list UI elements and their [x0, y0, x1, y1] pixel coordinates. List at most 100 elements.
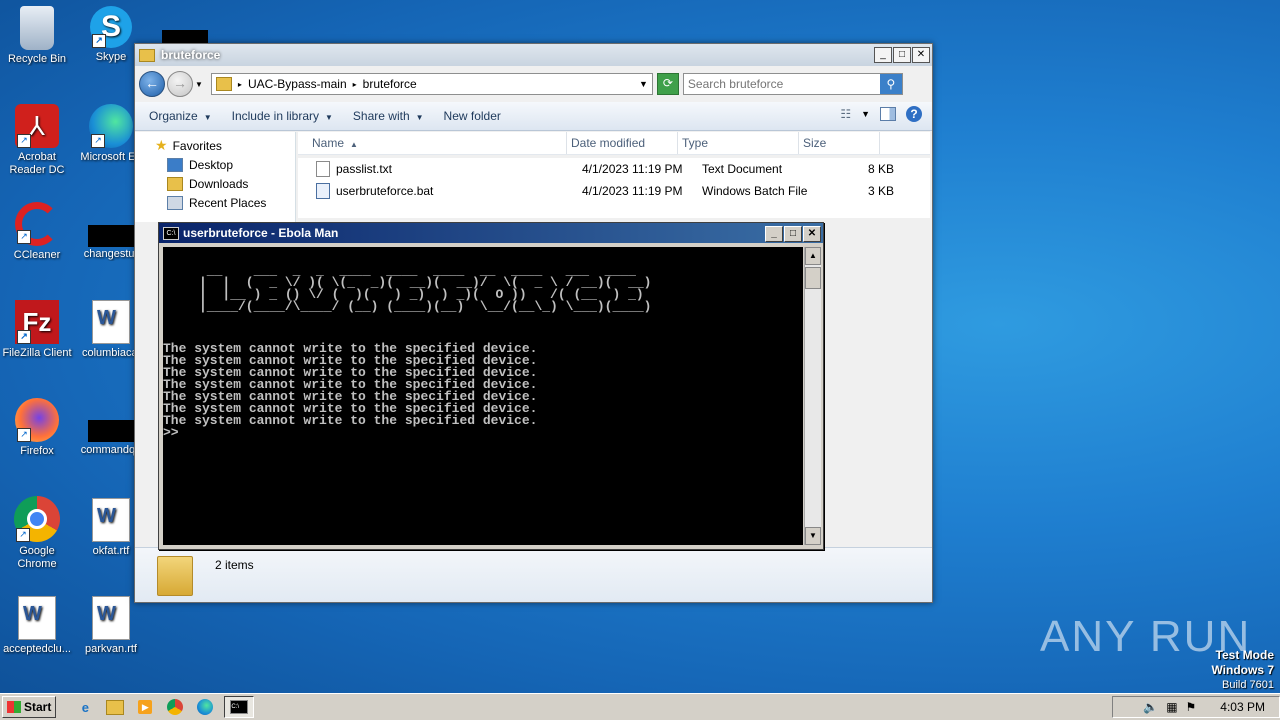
help-icon[interactable]: ?	[906, 106, 922, 122]
desktop-icon-label: CCleaner	[13, 249, 61, 261]
edge-taskbar-icon[interactable]	[194, 697, 216, 717]
nav-label: Favorites	[172, 138, 222, 153]
refresh-button[interactable]: ⟳	[656, 73, 679, 95]
nav-desktop[interactable]: Desktop	[135, 155, 295, 174]
navigation-pane: ★ Favorites Desktop Downloads Recent Plac…	[135, 132, 296, 222]
explorer-taskbar-icon[interactable]	[104, 697, 126, 717]
folder-icon	[139, 48, 155, 62]
recent-pages-chevron-icon[interactable]: ▼	[195, 80, 203, 89]
address-bar[interactable]: ▸ UAC-Bypass-main ▸ bruteforce ▼	[210, 73, 653, 95]
nav-downloads[interactable]: Downloads	[135, 174, 295, 193]
new-folder-button[interactable]: New folder	[444, 109, 501, 123]
address-dropdown-icon[interactable]: ▼	[639, 79, 648, 89]
breadcrumb-segment[interactable]: bruteforce	[363, 77, 417, 91]
word-doc-icon: W	[92, 498, 130, 542]
search-box[interactable]: ⚲	[682, 73, 903, 95]
action-center-icon[interactable]: ⚑	[1186, 700, 1197, 714]
file-row[interactable]: userbruteforce.bat 4/1/2023 11:19 PM Win…	[298, 180, 930, 202]
ascii-banner: __ ___ _ _ ____ ____ ____ __ ____ ___ __…	[199, 263, 652, 314]
close-button[interactable]: ✕	[803, 226, 821, 242]
word-doc-icon: W	[92, 300, 130, 344]
column-label: Date modified	[571, 136, 646, 150]
scroll-up-icon[interactable]: ▲	[805, 247, 821, 265]
view-options-icon[interactable]: ☷	[840, 107, 851, 121]
include-library-menu[interactable]: Include in library ▼	[232, 109, 333, 123]
start-label: Start	[24, 700, 52, 714]
desktop-icon-ccleaner[interactable]: ↗ CCleaner	[0, 202, 76, 262]
desktop-icon	[167, 157, 183, 172]
console-scrollbar[interactable]: ▲ ▼	[804, 247, 821, 545]
nav-label: Desktop	[189, 157, 234, 172]
text-file-icon	[316, 161, 330, 177]
nav-label: Recent Places	[189, 195, 267, 210]
file-row[interactable]: passlist.txt 4/1/2023 11:19 PM Text Docu…	[298, 158, 930, 180]
share-with-menu[interactable]: Share with ▼	[353, 109, 424, 123]
minimize-button[interactable]: _	[765, 226, 783, 242]
word-doc-icon: W	[92, 596, 130, 640]
file-list: passlist.txt 4/1/2023 11:19 PM Text Docu…	[298, 158, 930, 218]
forward-button[interactable]: →	[167, 71, 193, 97]
ie-icon[interactable]: e	[74, 697, 96, 717]
desktop-icon-acrobat[interactable]: ⅄ ↗ Acrobat Reader DC	[0, 104, 76, 177]
scroll-thumb[interactable]	[805, 267, 821, 289]
desktop-icon-recycle-bin[interactable]: Recycle Bin	[0, 6, 76, 66]
network-icon[interactable]: ▦	[1166, 700, 1177, 714]
desktop-icon-filezilla[interactable]: Fz ↗ FileZilla Client	[0, 300, 76, 360]
search-input[interactable]	[683, 76, 880, 92]
maximize-button[interactable]: □	[784, 226, 802, 242]
console-output[interactable]: __ ___ _ _ ____ ____ ____ __ ____ ___ __…	[163, 247, 803, 545]
start-button[interactable]: Start	[2, 696, 57, 718]
maximize-button[interactable]: □	[893, 47, 911, 63]
cmd-taskbar-icon[interactable]: C:\	[224, 696, 255, 718]
test-mode-notice: Test Mode Windows 7 Build 7601	[1211, 648, 1274, 692]
explorer-title: bruteforce	[161, 48, 221, 62]
search-icon[interactable]: ⚲	[879, 74, 902, 94]
media-player-icon[interactable]: ▶	[134, 697, 156, 717]
taskbar: Start e ▶ C:\ 🔈 ▦ ⚑ 4:03 PM	[0, 693, 1280, 720]
column-date[interactable]: Date modified	[567, 132, 678, 154]
file-size: 8 KB	[867, 162, 894, 176]
explorer-titlebar[interactable]: bruteforce _ □ ✕	[135, 44, 932, 66]
minimize-button[interactable]: _	[874, 47, 892, 63]
chevron-icon: ▸	[352, 79, 357, 89]
console-window[interactable]: C:\ userbruteforce - Ebola Man _ □ ✕ __ …	[158, 222, 824, 550]
details-pane: 2 items	[135, 547, 932, 602]
nav-favorites[interactable]: ★ Favorites	[135, 136, 295, 155]
desktop-icon-parkvan[interactable]: W parkvan.rtf	[72, 596, 150, 656]
preview-pane-icon[interactable]	[880, 107, 896, 121]
column-size[interactable]: Size	[799, 132, 880, 154]
column-name[interactable]: Name ▲	[298, 132, 567, 154]
desktop-icon-label: Acrobat Reader DC	[9, 151, 65, 176]
view-dropdown-icon[interactable]: ▼	[861, 109, 870, 119]
console-title: userbruteforce - Ebola Man	[183, 226, 339, 240]
console-titlebar[interactable]: C:\ userbruteforce - Ebola Man _ □ ✕	[159, 223, 823, 243]
system-tray: 🔈 ▦ ⚑ 4:03 PM	[1112, 696, 1280, 718]
nav-recent-places[interactable]: Recent Places	[135, 193, 295, 212]
desktop-icon-acceptedclu[interactable]: W acceptedclu...	[0, 596, 76, 656]
organize-menu[interactable]: Organize ▼	[149, 109, 212, 123]
column-type[interactable]: Type	[678, 132, 799, 154]
file-name: passlist.txt	[336, 162, 393, 176]
chrome-icon: ↗	[14, 496, 60, 542]
item-count: 2 items	[215, 558, 254, 572]
organize-label: Organize	[149, 109, 198, 123]
downloads-icon	[167, 176, 183, 191]
desktop-icon-label: Recycle Bin	[7, 53, 67, 65]
star-icon: ★	[155, 137, 168, 153]
include-label: Include in library	[231, 109, 319, 123]
filezilla-icon: Fz ↗	[15, 300, 59, 344]
volume-icon[interactable]: 🔈	[1143, 700, 1158, 714]
clock[interactable]: 4:03 PM	[1220, 700, 1265, 714]
close-button[interactable]: ✕	[912, 47, 930, 63]
test-mode-line: Build 7601	[1222, 679, 1274, 691]
chrome-taskbar-icon[interactable]	[164, 697, 186, 717]
firefox-icon: ↗	[15, 398, 59, 442]
breadcrumb-segment[interactable]: UAC-Bypass-main	[248, 77, 347, 91]
desktop-icon-chrome[interactable]: ↗ Google Chrome	[0, 496, 76, 571]
desktop-icon-firefox[interactable]: ↗ Firefox	[0, 398, 76, 458]
scroll-down-icon[interactable]: ▼	[805, 527, 821, 545]
column-label: Size	[803, 136, 827, 150]
back-button[interactable]: ←	[139, 71, 165, 97]
ccleaner-icon: ↗	[15, 202, 59, 246]
recycle-bin-icon	[20, 6, 54, 50]
